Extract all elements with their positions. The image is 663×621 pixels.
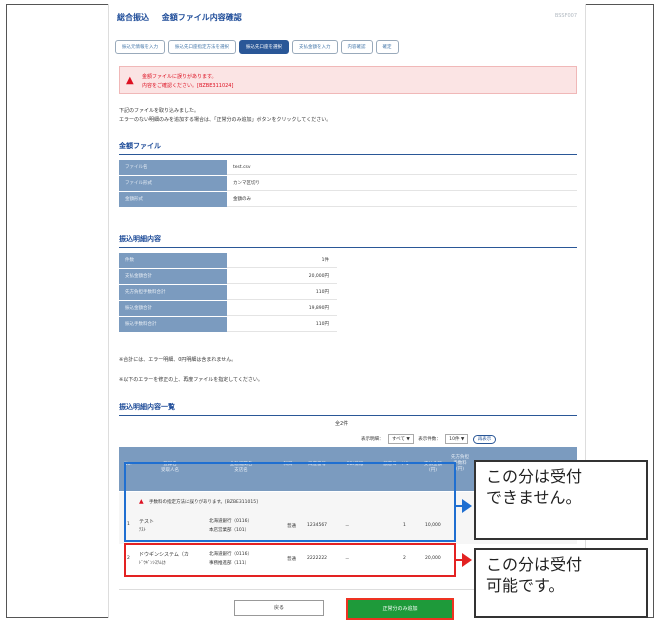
info-label: ファイル名	[119, 160, 227, 175]
file-info-table: ファイル名 test.csv ファイル形式 カンマ区切り 金額形式 金額のみ	[119, 160, 577, 208]
detail-section-title: 振込明細内容	[119, 235, 161, 243]
progress-steps: 振込元情報を入力 振込先口座指定方法を選択 振込先口座を選択 支払金額を入力 内容確認確…	[115, 40, 402, 54]
fix-note: ※以下のエラーを修正の上、再度ファイルを指定してください。	[119, 377, 263, 383]
total-note: ※合計には、エラー明細、0円明細は含まれません。	[119, 357, 237, 363]
filter-select[interactable]: すべて ▼	[387, 434, 414, 444]
page-header: 総合振込 金額ファイル内容確認	[117, 12, 252, 23]
intro-line-1: 下記のファイルを取り込みました。	[119, 108, 200, 114]
error-line-2: 内容をご確認ください。[BZBE311024]	[142, 83, 234, 89]
filter-value: すべて	[391, 437, 405, 442]
info-value: 20,000円	[227, 269, 337, 284]
step-6: 確定	[375, 40, 399, 54]
intro-line-2: エラーのない明細のみを追加する場合は、「正常分のみ追加」ボタンをクリックしてくだ…	[119, 117, 332, 123]
total-count: 全2件	[335, 421, 349, 427]
back-button[interactable]: 戻る	[234, 600, 324, 616]
section-divider	[119, 415, 577, 416]
step-4: 支払金額を入力	[292, 40, 338, 54]
info-row: ファイル形式 カンマ区切り	[119, 176, 577, 192]
info-label: 件数	[119, 253, 227, 268]
info-label: 金額形式	[119, 192, 227, 207]
header-category: 総合振込	[117, 13, 149, 22]
add-valid-only-button[interactable]: 正常分のみ追加	[346, 598, 454, 620]
count-value: 10件	[449, 437, 460, 442]
info-label: 支払金額合計	[119, 269, 227, 284]
warning-icon: ▲	[126, 75, 134, 86]
summary-table: 件数 1件 支払金額合計 20,000円 先方負担手数料合計 110円 振込金額合計 19,8…	[119, 253, 577, 333]
ok-callout-text: この分は受付 可能です。	[486, 555, 583, 595]
list-controls: 表示明細： すべて ▼ 表示件数： 10件 ▼ 再表示	[361, 434, 497, 444]
info-value: カンマ区切り	[227, 176, 577, 191]
info-value: 110円	[227, 285, 337, 300]
info-row: 金額形式 金額のみ	[119, 192, 577, 208]
section-divider	[119, 154, 577, 155]
ok-row-highlight	[124, 543, 456, 577]
filter-label: 表示明細：	[361, 437, 384, 442]
step-1: 振込元情報を入力	[115, 40, 165, 54]
info-label: 振込金額合計	[119, 301, 227, 316]
list-section-title: 振込明細内容一覧	[119, 403, 175, 411]
info-value: 1件	[227, 253, 337, 268]
error-line-1: 金額ファイルに誤りがあります。	[142, 74, 217, 80]
info-value: test.csv	[227, 160, 577, 175]
section-divider	[119, 247, 577, 248]
info-row: 振込金額合計 19,890円	[119, 301, 577, 317]
arrow-right-icon	[462, 499, 472, 513]
error-message-box: ▲ 金額ファイルに誤りがあります。 内容をご確認ください。[BZBE311024…	[119, 66, 577, 94]
ng-callout: この分は受付 できません。	[474, 460, 648, 540]
ng-callout-text: この分は受付 できません。	[486, 467, 583, 507]
ok-callout: この分は受付 可能です。	[474, 548, 648, 618]
info-label: 先方負担手数料合計	[119, 285, 227, 300]
redisplay-button[interactable]: 再表示	[472, 435, 497, 444]
arrow-right-icon	[462, 553, 472, 567]
page-title: 金額ファイル内容確認	[161, 13, 242, 22]
info-label: 振込手数料合計	[119, 317, 227, 332]
info-row: 支払金額合計 20,000円	[119, 269, 577, 285]
ng-row-highlight	[124, 462, 456, 542]
screen-id: BSSF007	[554, 13, 577, 19]
step-5: 内容確認	[340, 40, 373, 54]
file-section-title: 金額ファイル	[119, 142, 161, 150]
info-row: 先方負担手数料合計 110円	[119, 285, 577, 301]
info-value: 110円	[227, 317, 337, 332]
step-3: 振込先口座を選択	[239, 40, 289, 54]
count-label: 表示件数：	[418, 437, 441, 442]
info-row: ファイル名 test.csv	[119, 160, 577, 176]
info-value: 19,890円	[227, 301, 337, 316]
info-row: 振込手数料合計 110円	[119, 317, 577, 333]
info-row: 件数 1件	[119, 253, 577, 269]
step-2: 振込先口座指定方法を選択	[168, 40, 236, 54]
info-label: ファイル形式	[119, 176, 227, 191]
count-select[interactable]: 10件 ▼	[445, 434, 469, 444]
info-value: 金額のみ	[227, 192, 577, 207]
